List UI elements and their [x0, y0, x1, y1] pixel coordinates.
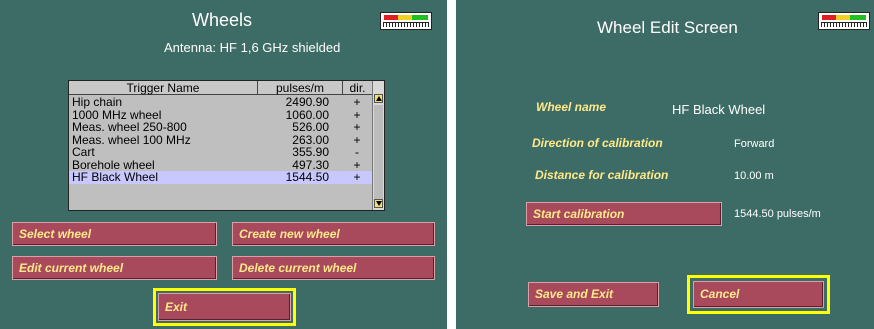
page-title: Wheels — [192, 10, 253, 30]
scroll-thumb[interactable] — [374, 105, 383, 200]
delete-current-wheel-button[interactable]: Delete current wheel — [232, 256, 435, 280]
wheel-name-cell: Hip chain — [72, 95, 123, 109]
wheel-edit-screen: Wheel Edit Screen Wheel name HF Black Wh… — [456, 0, 874, 329]
column-header-pulses: pulses/m — [258, 81, 343, 95]
wheel-name-label: Wheel name — [536, 100, 607, 114]
direction-label: Direction of calibration — [532, 136, 663, 150]
direction-cell: + — [353, 120, 361, 134]
wheel-name-value: HF Black Wheel — [672, 102, 766, 117]
wheel-name-cell: Meas. wheel 250-800 — [72, 120, 187, 134]
create-new-wheel-button[interactable]: Create new wheel — [232, 222, 435, 246]
antenna-label: Antenna: HF 1,6 GHz shielded — [164, 40, 341, 55]
signal-meter-icon — [818, 12, 870, 30]
table-row[interactable]: Hip chain 2490.90 + — [69, 96, 373, 109]
distance-value[interactable]: 10.00 m — [734, 170, 774, 182]
pulses-cell: 1544.50 — [285, 170, 329, 184]
table-row[interactable]: HF Black Wheel 1544.50 + — [69, 171, 373, 184]
wheel-table: Trigger Name pulses/m dir. Hip chain 2490… — [68, 80, 385, 211]
direction-cell: + — [353, 95, 361, 109]
start-calibration-button[interactable]: Start calibration — [526, 202, 722, 226]
pulses-cell: 355.90 — [292, 145, 329, 159]
direction-cell: + — [353, 170, 361, 184]
table-scrollbar[interactable] — [372, 81, 384, 210]
table-row[interactable]: Cart 355.90 - — [69, 146, 373, 159]
exit-button[interactable]: Exit — [158, 293, 291, 321]
edit-current-wheel-button[interactable]: Edit current wheel — [12, 256, 217, 280]
pulses-cell: 526.00 — [292, 120, 329, 134]
scroll-up-icon[interactable] — [374, 94, 383, 103]
save-and-exit-button[interactable]: Save and Exit — [528, 282, 659, 307]
wheel-name-cell: HF Black Wheel — [72, 170, 159, 184]
column-header-dir: dir. — [343, 81, 373, 95]
direction-cell: - — [355, 145, 359, 159]
wheels-screen: Wheels Antenna: HF 1,6 GHz shielded Trig… — [0, 0, 447, 329]
cancel-button[interactable]: Cancel — [693, 281, 824, 308]
select-wheel-button[interactable]: Select wheel — [12, 222, 217, 246]
direction-value[interactable]: Forward — [734, 138, 774, 150]
scroll-down-icon[interactable] — [374, 199, 383, 208]
wheel-name-cell: Cart — [72, 145, 95, 159]
page-title: Wheel Edit Screen — [597, 18, 738, 37]
signal-meter-icon — [380, 12, 432, 30]
table-row[interactable]: Meas. wheel 250-800 526.00 + — [69, 121, 373, 134]
pulses-cell: 2490.90 — [285, 95, 329, 109]
table-header: Trigger Name pulses/m dir. — [69, 81, 373, 95]
distance-label: Distance for calibration — [535, 168, 669, 182]
column-header-name: Trigger Name — [69, 81, 258, 95]
calibration-result-value: 1544.50 pulses/m — [734, 208, 821, 220]
